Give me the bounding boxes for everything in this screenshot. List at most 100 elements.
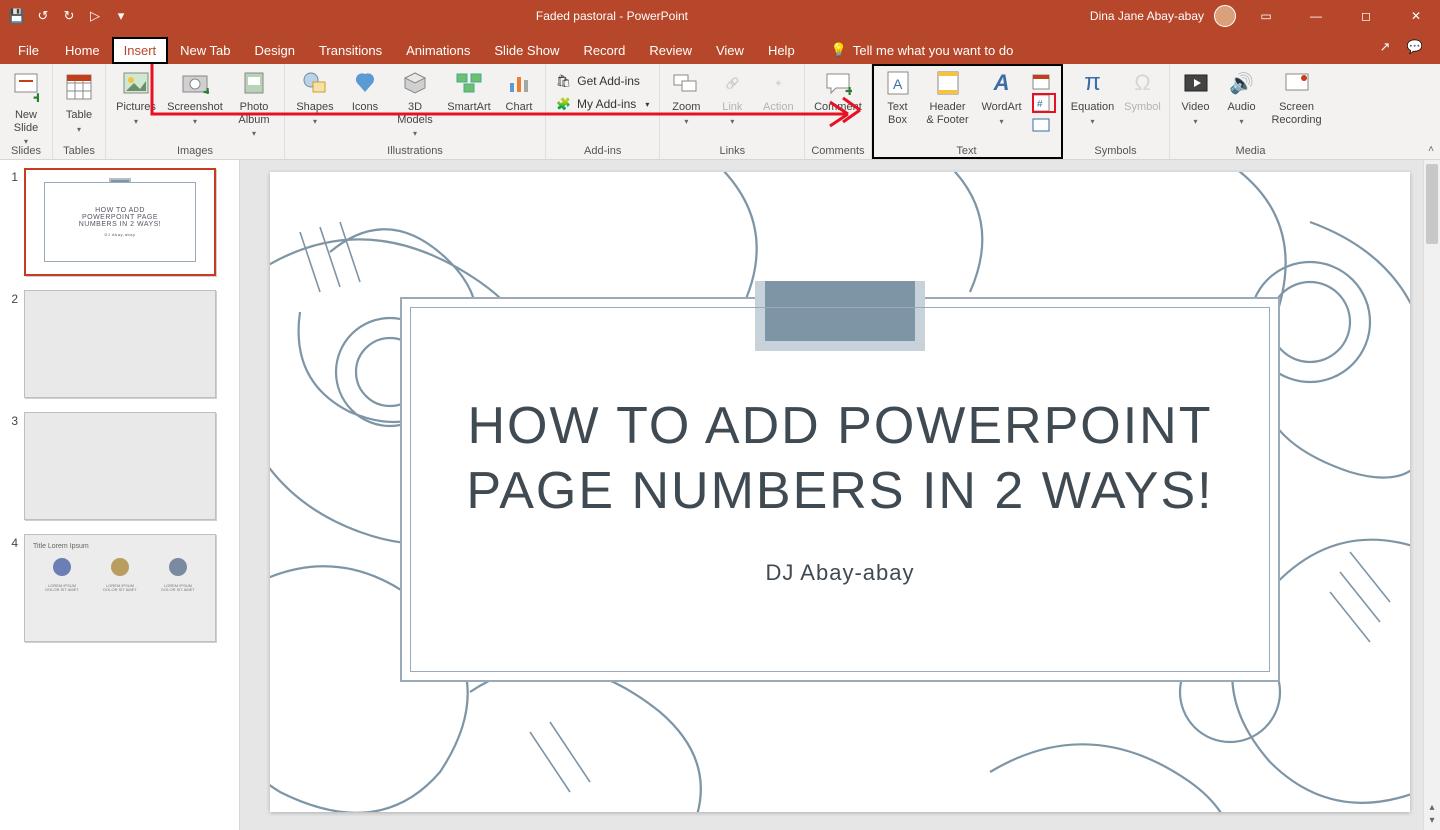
- tab-newtab[interactable]: New Tab: [168, 37, 242, 64]
- screenshot-button[interactable]: ✚ Screenshot▾: [166, 68, 224, 126]
- svg-text:A: A: [893, 76, 903, 92]
- my-addins-button[interactable]: 🧩My Add-ins▾: [552, 93, 653, 115]
- slide-thumbnail-1[interactable]: HOW TO ADD POWERPOINT PAGE NUMBERS IN 2 …: [24, 168, 216, 276]
- shapes-icon: [300, 68, 330, 98]
- action-icon: ✦: [763, 68, 793, 98]
- maximize-button[interactable]: ◻: [1346, 1, 1386, 31]
- qat-more-icon[interactable]: ▾: [110, 5, 132, 27]
- slide-number-button[interactable]: #: [1032, 93, 1056, 113]
- slide-thumbnail-3[interactable]: [24, 412, 216, 520]
- get-addins-button[interactable]: 🛍Get Add-ins: [552, 70, 653, 92]
- tab-review[interactable]: Review: [637, 37, 704, 64]
- group-symbols: πEquation▾ ΩSymbol Symbols: [1063, 64, 1170, 159]
- group-links: Zoom▾ 🔗Link▾ ✦Action Links: [660, 64, 805, 159]
- link-button: 🔗Link▾: [712, 68, 752, 126]
- video-button[interactable]: Video▾: [1176, 68, 1216, 126]
- text-box-icon: A: [883, 68, 913, 98]
- minimize-button[interactable]: —: [1296, 1, 1336, 31]
- app-name: PowerPoint: [627, 9, 688, 23]
- quick-access-toolbar: 💾 ↺ ↻ ▷ ▾: [0, 5, 138, 27]
- wordart-button[interactable]: AWordArt▾: [978, 68, 1026, 126]
- tab-slideshow[interactable]: Slide Show: [482, 37, 571, 64]
- slide-canvas-area[interactable]: HOW TO ADD POWERPOINT PAGE NUMBERS IN 2 …: [240, 160, 1440, 830]
- tell-me-label: Tell me what you want to do: [853, 43, 1013, 58]
- slide-subtitle-text[interactable]: DJ Abay-abay: [766, 560, 915, 586]
- group-addins: 🛍Get Add-ins 🧩My Add-ins▾ Add-ins: [546, 64, 660, 159]
- link-icon: 🔗: [717, 68, 747, 98]
- next-slide-icon[interactable]: ▾: [1429, 815, 1434, 826]
- bulb-icon: 💡: [831, 42, 847, 58]
- ribbon: ✚ New Slide ▾ Slides Table ▾ Tables Pict…: [0, 64, 1440, 160]
- tab-home[interactable]: Home: [53, 37, 112, 64]
- zoom-button[interactable]: Zoom▾: [666, 68, 706, 126]
- table-icon: [63, 68, 95, 106]
- start-from-beginning-icon[interactable]: ▷: [84, 5, 106, 27]
- icons-button[interactable]: Icons: [345, 68, 385, 114]
- scrollbar-thumb[interactable]: [1426, 164, 1438, 244]
- text-box-button[interactable]: AText Box: [878, 68, 918, 126]
- slide[interactable]: HOW TO ADD POWERPOINT PAGE NUMBERS IN 2 …: [270, 172, 1410, 812]
- symbol-icon: Ω: [1128, 68, 1158, 98]
- group-media: Video▾ 🔊Audio▾ Screen Recording Media: [1170, 64, 1332, 159]
- vertical-scrollbar[interactable]: ▴ ▾: [1423, 160, 1440, 830]
- header-footer-button[interactable]: Header & Footer: [924, 68, 972, 126]
- slide-title-text[interactable]: HOW TO ADD POWERPOINT PAGE NUMBERS IN 2 …: [441, 394, 1239, 524]
- thumb-number: 2: [4, 290, 18, 398]
- comment-icon: ✚: [823, 68, 853, 98]
- slide-thumbnail-2[interactable]: [24, 290, 216, 398]
- 3d-models-icon: [400, 68, 430, 98]
- document-title: Faded pastoral: [536, 9, 616, 23]
- smartart-button[interactable]: SmartArt: [445, 68, 493, 114]
- chart-icon: [504, 68, 534, 98]
- object-button[interactable]: [1032, 114, 1056, 136]
- slide-thumbnail-panel[interactable]: 1 HOW TO ADD POWERPOINT PAGE NUMBERS IN …: [0, 160, 240, 830]
- save-icon[interactable]: 💾: [6, 5, 28, 27]
- comments-pane-icon[interactable]: 💬: [1404, 36, 1426, 58]
- date-time-button[interactable]: [1032, 70, 1056, 92]
- tab-help[interactable]: Help: [756, 37, 807, 64]
- group-images: Pictures▾ ✚ Screenshot▾ Photo Album▾ Ima…: [106, 64, 285, 159]
- share-icon[interactable]: ↗: [1374, 36, 1396, 58]
- slide-thumbnail-4[interactable]: Title Lorem Ipsum LOREM IPSUM DOLOR SIT …: [24, 534, 216, 642]
- ribbon-display-options-icon[interactable]: ▭: [1246, 1, 1286, 31]
- 3d-models-button[interactable]: 3D Models▾: [391, 68, 439, 138]
- prev-slide-icon[interactable]: ▴: [1429, 802, 1434, 813]
- undo-icon[interactable]: ↺: [32, 5, 54, 27]
- tab-record[interactable]: Record: [571, 37, 637, 64]
- tab-insert[interactable]: Insert: [112, 37, 169, 64]
- audio-button[interactable]: 🔊Audio▾: [1222, 68, 1262, 126]
- photo-album-button[interactable]: Photo Album▾: [230, 68, 278, 138]
- new-slide-button[interactable]: ✚ New Slide ▾: [6, 68, 46, 146]
- slide-title-container[interactable]: HOW TO ADD POWERPOINT PAGE NUMBERS IN 2 …: [400, 297, 1280, 682]
- addin-icon: 🧩: [556, 97, 571, 111]
- user-name[interactable]: Dina Jane Abay-abay: [1090, 9, 1204, 23]
- chart-button[interactable]: Chart: [499, 68, 539, 114]
- table-button[interactable]: Table ▾: [59, 68, 99, 134]
- video-icon: [1181, 68, 1211, 98]
- tab-file[interactable]: File: [4, 37, 53, 64]
- redo-icon[interactable]: ↻: [58, 5, 80, 27]
- work-area: 1 HOW TO ADD POWERPOINT PAGE NUMBERS IN …: [0, 160, 1440, 830]
- svg-text:✚: ✚: [33, 91, 39, 102]
- tab-transitions[interactable]: Transitions: [307, 37, 394, 64]
- thumb-number: 1: [4, 168, 18, 276]
- header-footer-icon: [933, 68, 963, 98]
- tab-view[interactable]: View: [704, 37, 756, 64]
- tab-design[interactable]: Design: [243, 37, 307, 64]
- avatar[interactable]: [1214, 5, 1236, 27]
- screen-recording-button[interactable]: Screen Recording: [1268, 68, 1326, 126]
- shapes-button[interactable]: Shapes▾: [291, 68, 339, 126]
- wordart-icon: A: [987, 68, 1017, 98]
- store-icon: 🛍: [556, 74, 571, 88]
- new-slide-icon: ✚: [10, 68, 42, 106]
- svg-text:✚: ✚: [845, 86, 852, 95]
- close-button[interactable]: ✕: [1396, 1, 1436, 31]
- equation-button[interactable]: πEquation▾: [1069, 68, 1117, 126]
- pictures-button[interactable]: Pictures▾: [112, 68, 160, 126]
- group-slides: ✚ New Slide ▾ Slides: [0, 64, 53, 159]
- comment-button[interactable]: ✚Comment: [814, 68, 862, 114]
- tab-animations[interactable]: Animations: [394, 37, 482, 64]
- title-bar-right: Dina Jane Abay-abay ▭ — ◻ ✕: [1086, 1, 1440, 31]
- collapse-ribbon-icon[interactable]: ˄: [1428, 144, 1434, 155]
- tell-me-search[interactable]: 💡 Tell me what you want to do: [823, 36, 1022, 64]
